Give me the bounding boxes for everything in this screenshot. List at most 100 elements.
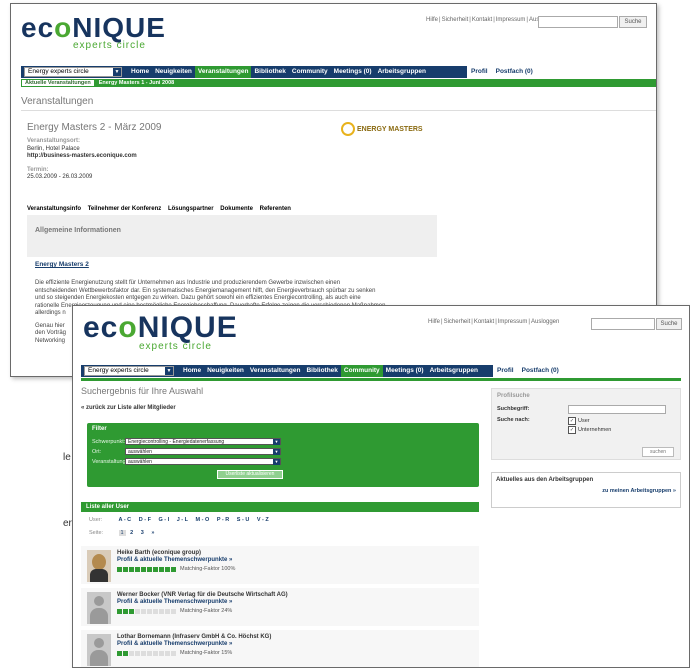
matching-segment (135, 650, 140, 656)
matching-bar: Matching-Faktor 24% (117, 608, 232, 614)
circle-select[interactable]: Energy experts circle ▼ (24, 67, 122, 77)
user-name: Lothar Bornemann (Infraserv GmbH & Co. H… (117, 634, 272, 640)
nav-events[interactable]: Veranstaltungen (247, 365, 304, 377)
alpha-p-r[interactable]: P - R (217, 517, 229, 523)
page-3[interactable]: 3 (141, 530, 144, 536)
nav-profile[interactable]: Profil (467, 66, 492, 78)
econique-logo[interactable]: ecoNIQUE experts circle (83, 311, 238, 352)
matching-segment (147, 566, 152, 572)
search-input[interactable] (591, 318, 655, 330)
event-select[interactable]: auswählen ▼ (125, 458, 281, 465)
page-title: Veranstaltungen (21, 96, 94, 107)
logout-link[interactable]: Ausloggen (531, 319, 559, 325)
filter-box: Filter Schwerpunkt: Energiecontrolling -… (87, 423, 479, 487)
focus-select[interactable]: Energiecontrolling - Energiedatenerfassu… (125, 438, 281, 445)
page-2[interactable]: 2 (130, 530, 133, 536)
search-button[interactable]: Suche (619, 16, 647, 28)
matching-segment (117, 650, 122, 656)
search-button[interactable]: Suche (656, 318, 682, 330)
nav-news[interactable]: Neuigkeiten (204, 365, 247, 377)
profile-search-button[interactable]: suchen (642, 447, 674, 457)
nav-underline (81, 378, 681, 381)
alpha-m-o[interactable]: M - O (196, 517, 210, 523)
subtab-current-events[interactable]: Aktuelle Veranstaltungen (21, 79, 95, 87)
nav-workgroups[interactable]: Arbeitsgruppen (375, 66, 429, 78)
profile-link[interactable]: Profil & aktuelle Themenschwerpunkte » (117, 599, 232, 605)
nav-home[interactable]: Home (180, 365, 204, 377)
nav-inbox[interactable]: Postfach (0) (491, 66, 537, 78)
help-link[interactable]: Hilfe (426, 17, 438, 23)
matching-segment (135, 566, 140, 572)
circle-select[interactable]: Energy experts circle ▼ (84, 366, 174, 376)
term-input[interactable] (568, 405, 666, 414)
profile-link[interactable]: Profil & aktuelle Themenschwerpunkte » (117, 557, 232, 563)
nav-meetings[interactable]: Meetings (0) (331, 66, 375, 78)
my-workgroups-link[interactable]: zu meinen Arbeitsgruppen » (602, 488, 676, 494)
nav-meetings[interactable]: Meetings (0) (383, 365, 427, 377)
matching-segment (123, 566, 128, 572)
workgroups-title: Aktuelles aus den Arbeitsgruppen (496, 477, 594, 483)
search-input[interactable] (538, 16, 618, 28)
contact-link[interactable]: Kontakt (472, 17, 492, 23)
page-next[interactable]: » (151, 530, 154, 536)
location-select[interactable]: auswählen ▼ (125, 448, 281, 455)
security-link[interactable]: Sicherheit (442, 17, 469, 23)
page-1[interactable]: 1 (118, 530, 126, 536)
matching-segment (141, 650, 146, 656)
matching-segment (159, 650, 164, 656)
user-name: Werner Bocker (VNR Verlag für die Deutsc… (117, 592, 288, 598)
tab-speakers[interactable]: Referenten (260, 206, 291, 212)
nav-events[interactable]: Veranstaltungen (194, 66, 252, 78)
matching-segment (141, 566, 146, 572)
info-header-box: Allgemeine Informationen (27, 215, 437, 257)
chevron-down-icon: ▼ (165, 367, 173, 375)
security-link[interactable]: Sicherheit (444, 319, 471, 325)
section-tabs: Veranstaltungsinfo Teilnehmer der Konfer… (27, 206, 296, 212)
main-nav: Energy experts circle ▼ Home Neuigkeiten … (81, 365, 493, 377)
alpha-d-f[interactable]: D - F (139, 517, 151, 523)
econique-logo[interactable]: ecoNIQUE experts circle (21, 12, 166, 51)
nav-home[interactable]: Home (128, 66, 152, 78)
nav-community[interactable]: Community (340, 365, 383, 377)
contact-link[interactable]: Kontakt (474, 319, 494, 325)
chevron-down-icon: ▼ (273, 449, 280, 455)
event-url-link[interactable]: http://business-masters.econique.com (27, 153, 137, 161)
tab-documents[interactable]: Dokumente (220, 206, 253, 212)
alpha-v-z[interactable]: V - Z (257, 517, 269, 523)
alpha-a-c[interactable]: A - C (119, 517, 132, 523)
alpha-s-u[interactable]: S - U (237, 517, 250, 523)
nav-library[interactable]: Bibliothek (251, 66, 288, 78)
avatar[interactable] (87, 592, 111, 624)
back-to-list-link[interactable]: « zurück zur Liste aller Mitglieder (81, 405, 176, 411)
profile-link[interactable]: Profil & aktuelle Themenschwerpunkte » (117, 641, 232, 647)
info-heading: Allgemeine Informationen (35, 227, 121, 234)
filter-label-focus: Schwerpunkt: (92, 439, 126, 445)
help-link[interactable]: Hilfe (428, 319, 440, 325)
tab-solution-partners[interactable]: Lösungspartner (168, 206, 214, 212)
avatar[interactable] (87, 634, 111, 666)
company-checkbox[interactable]: ✓ Unternehmen (568, 426, 611, 434)
tab-event-info[interactable]: Veranstaltungsinfo (27, 206, 81, 212)
nav-workgroups[interactable]: Arbeitsgruppen (427, 365, 481, 377)
update-userlist-button[interactable]: Userliste aktualisieren (217, 470, 283, 479)
imprint-link[interactable]: Impressum (498, 319, 528, 325)
nav-community[interactable]: Community (289, 66, 331, 78)
nav-news[interactable]: Neuigkeiten (152, 66, 195, 78)
avatar[interactable] (87, 550, 111, 582)
energy-masters-2-link[interactable]: Energy Masters 2 (35, 261, 89, 268)
pagination: Seite: 1 2 3 » (89, 530, 155, 536)
sub-nav: Aktuelle Veranstaltungen Energy Masters … (21, 79, 656, 87)
nav-inbox[interactable]: Postfach (0) (517, 365, 563, 377)
tab-participants[interactable]: Teilnehmer der Konferenz (88, 206, 162, 212)
alpha-j-l[interactable]: J - L (177, 517, 188, 523)
matching-segment (159, 608, 164, 614)
subtab-energy-masters-1[interactable]: Energy Masters 1 - Juni 2008 (95, 79, 179, 87)
divider (21, 110, 656, 111)
alpha-g-i[interactable]: G - I (158, 517, 169, 523)
sun-icon (341, 122, 355, 136)
user-checkbox[interactable]: ✓ User (568, 417, 590, 425)
imprint-link[interactable]: Impressum (496, 17, 526, 23)
matching-segment (117, 608, 122, 614)
nav-profile[interactable]: Profil (493, 365, 518, 377)
nav-library[interactable]: Bibliothek (303, 365, 340, 377)
